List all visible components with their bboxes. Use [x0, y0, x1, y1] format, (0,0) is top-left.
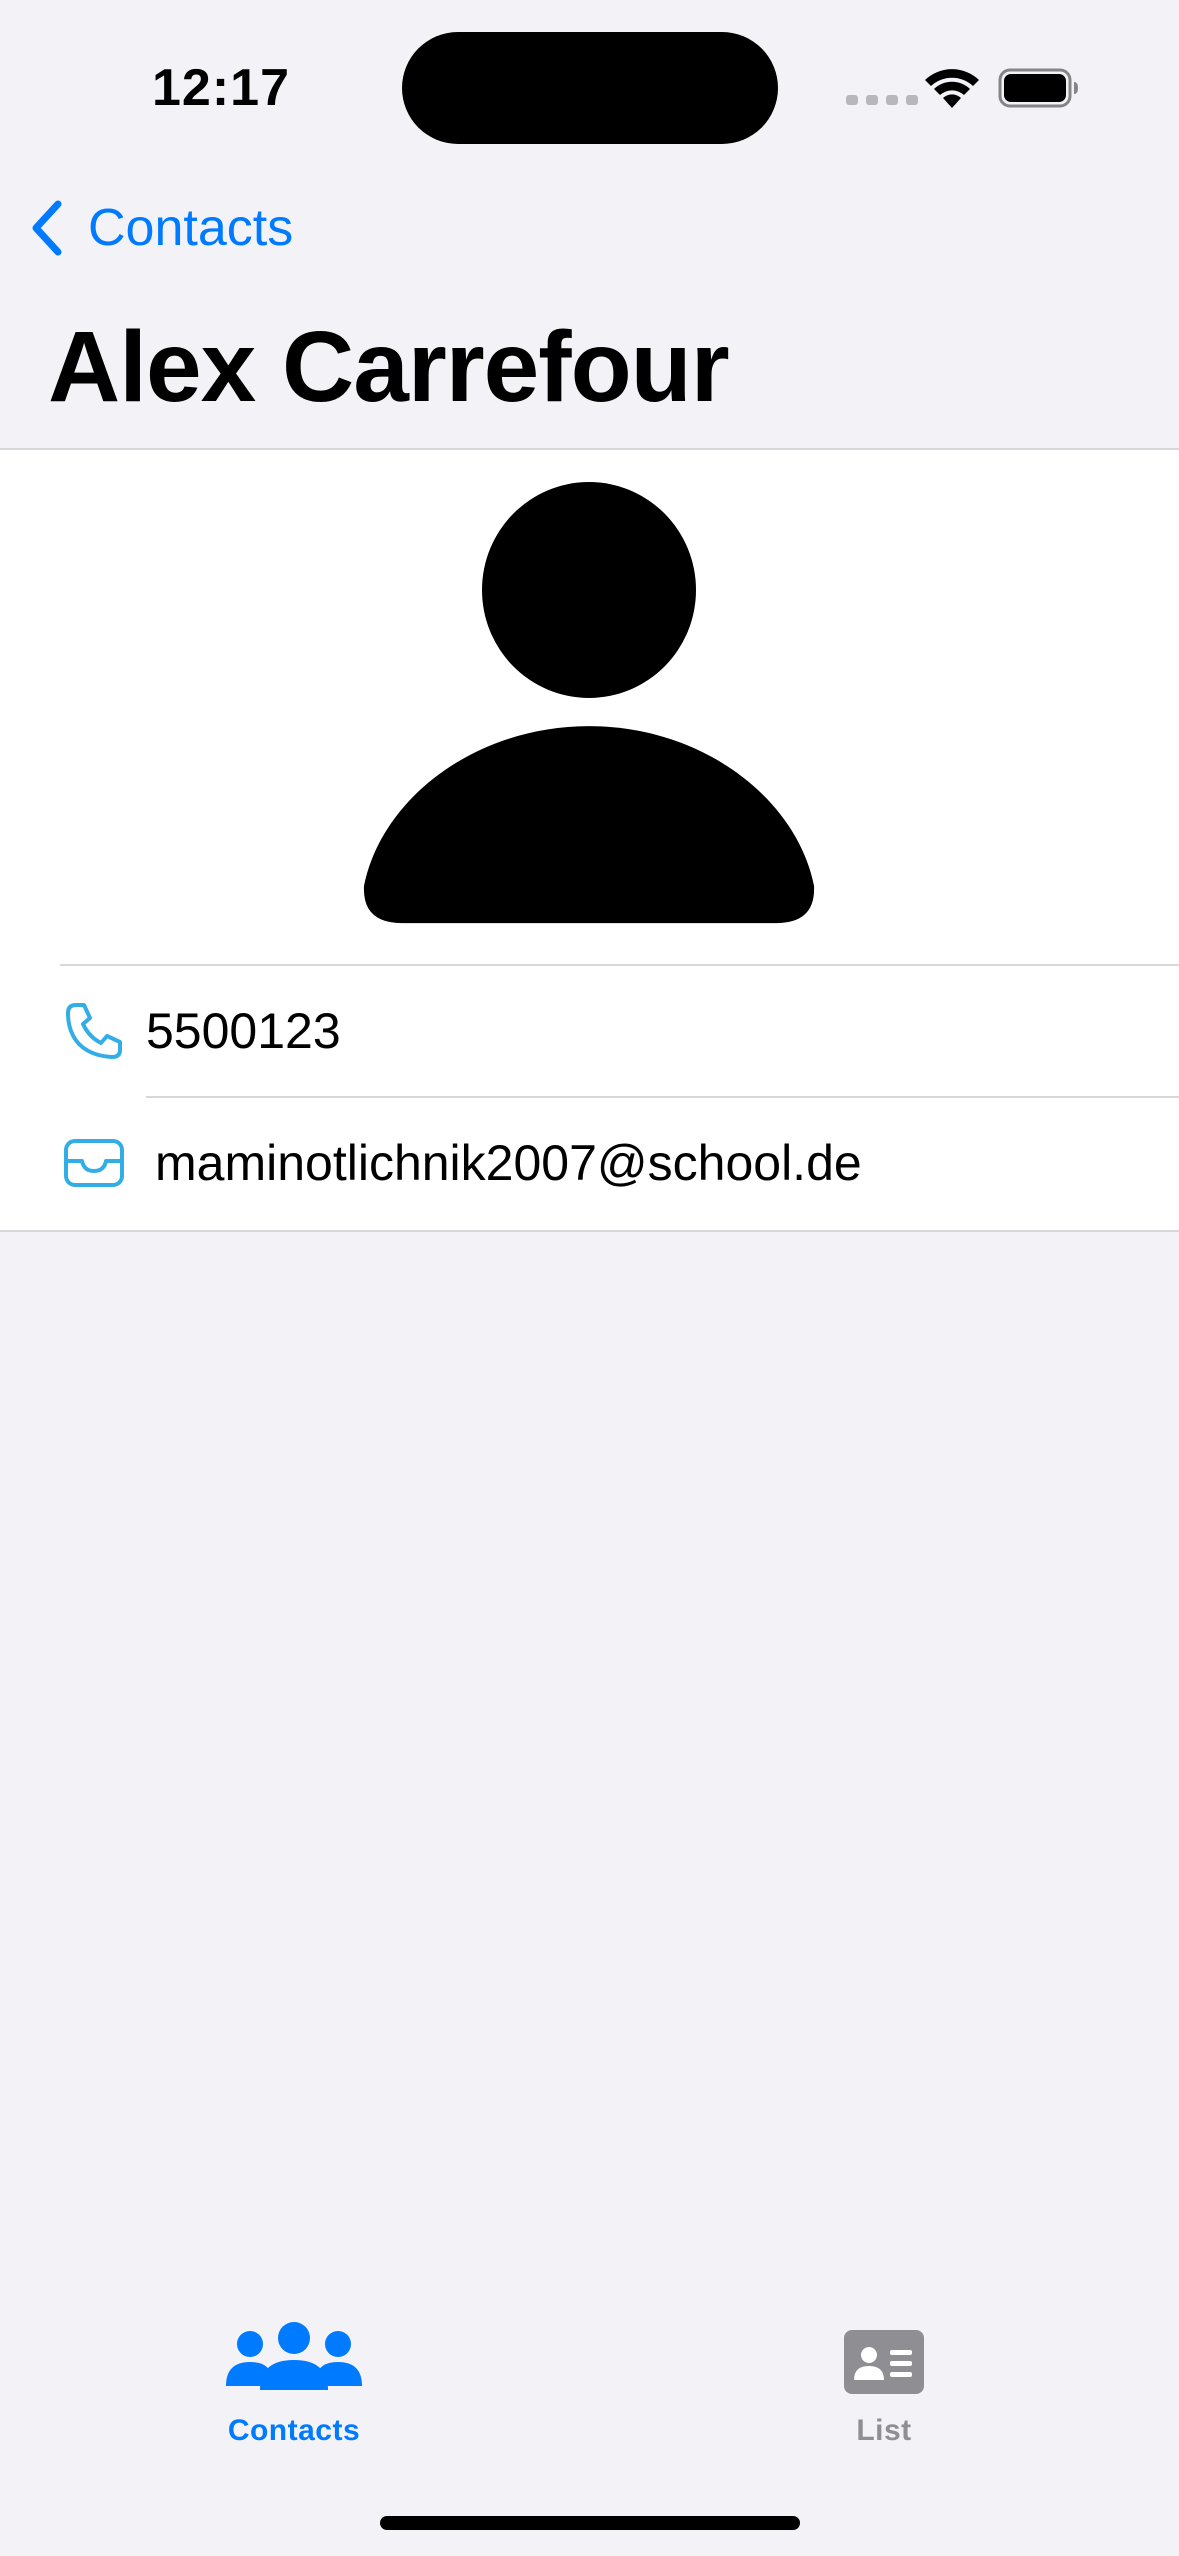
email-row[interactable]: maminotlichnik2007@school.de: [0, 1098, 1179, 1228]
tab-contacts[interactable]: Contacts: [144, 2320, 444, 2460]
status-time: 12:17: [152, 59, 290, 117]
wifi-icon: [925, 69, 979, 108]
phone-row[interactable]: 5500123: [0, 966, 1179, 1096]
person-text-rectangle-fill-icon: [844, 2330, 924, 2394]
person-3-fill-icon: [226, 2322, 362, 2390]
back-button-label: Contacts: [88, 199, 294, 257]
contact-card: 5500123 maminotlichnik2007@school.de: [0, 448, 1179, 1232]
person-avatar-icon: [363, 482, 815, 924]
cellular-signal-icon: [846, 95, 918, 105]
tab-list-label: List: [856, 2414, 912, 2447]
home-indicator[interactable]: [380, 2516, 800, 2530]
page-title: Alex Carrefour: [48, 311, 730, 423]
email-address[interactable]: maminotlichnik2007@school.de: [155, 1134, 862, 1192]
tab-contacts-label: Contacts: [227, 2414, 361, 2447]
chevron-left-icon: [32, 200, 62, 256]
back-button[interactable]: Contacts: [26, 196, 293, 260]
tray-icon: [64, 1139, 124, 1187]
battery-icon: [998, 68, 1078, 108]
phone-number[interactable]: 5500123: [146, 1002, 341, 1060]
tab-list[interactable]: List: [734, 2320, 1034, 2460]
phone-icon: [66, 1003, 122, 1059]
dynamic-island: [402, 32, 778, 144]
